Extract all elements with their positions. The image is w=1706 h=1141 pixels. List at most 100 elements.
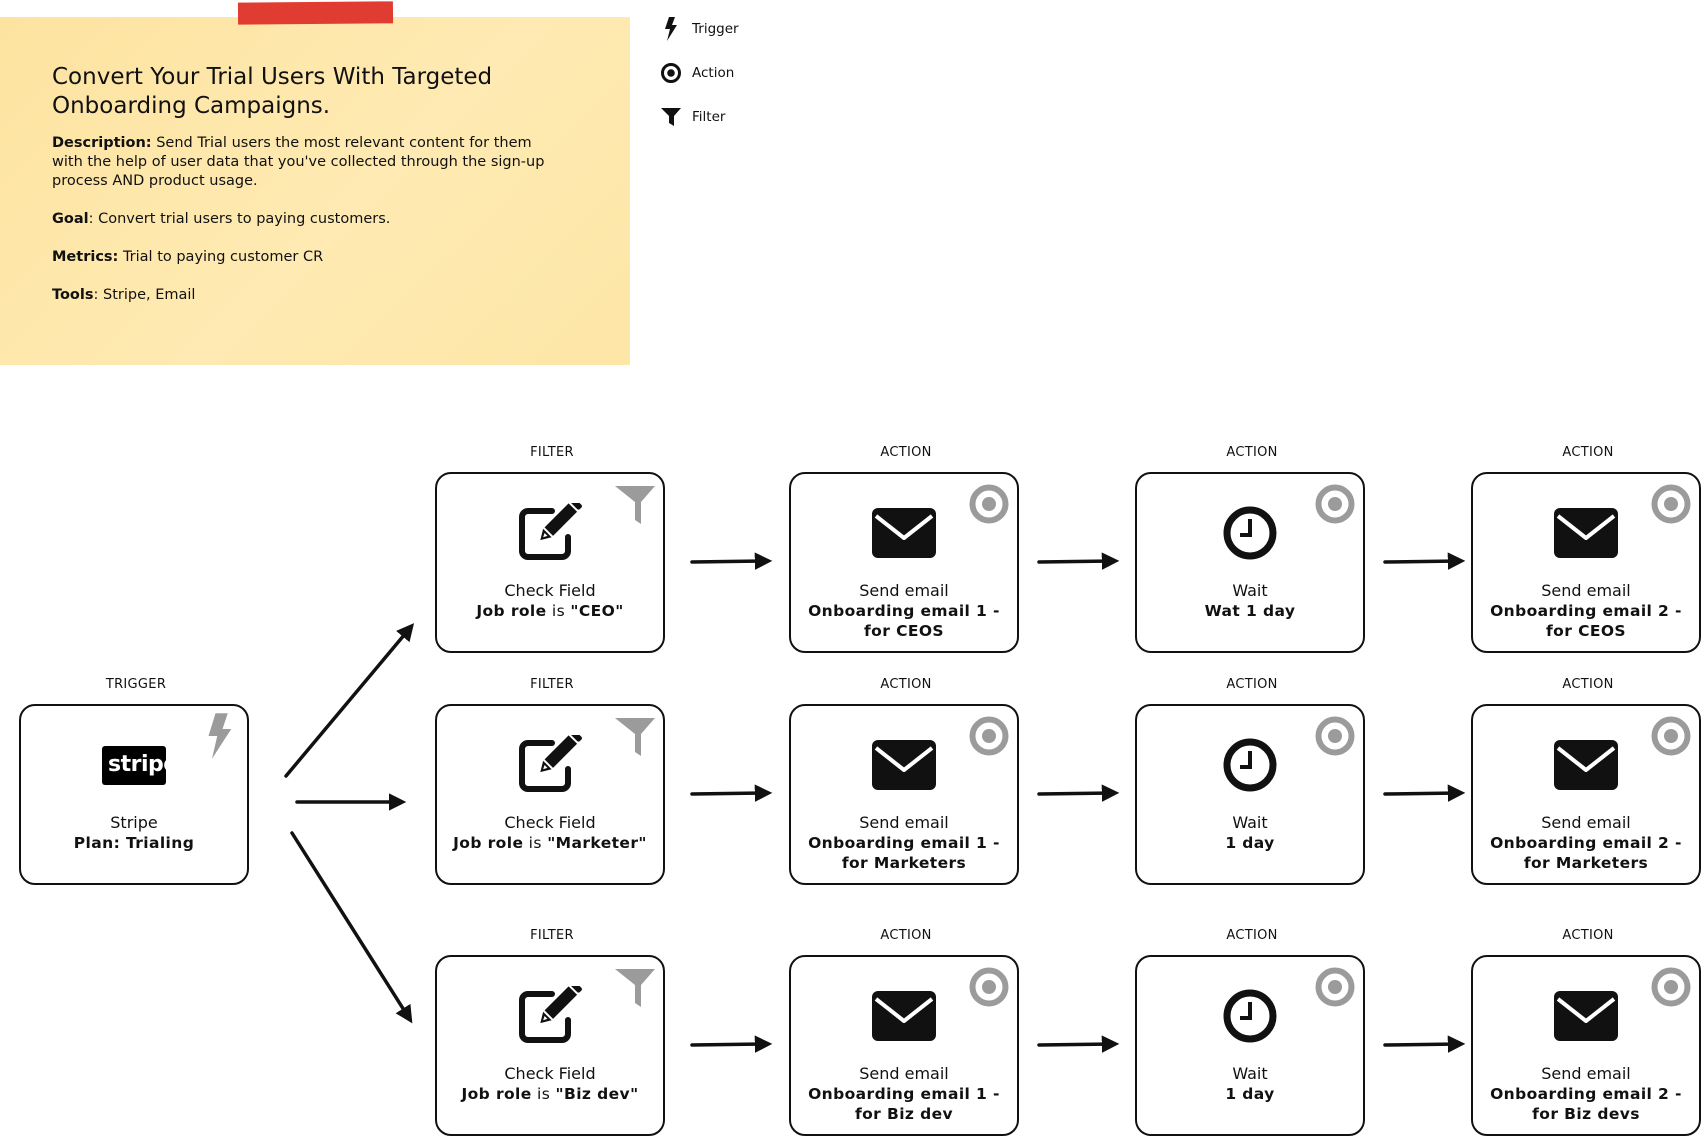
flow-arrow	[690, 552, 773, 570]
field-name: Job role	[453, 834, 524, 852]
envelope-icon	[1551, 734, 1621, 796]
node-detail: Plan: Trialing	[73, 834, 195, 852]
node-title: Send email	[859, 813, 949, 832]
goal-text: : Convert trial users to paying customer…	[88, 211, 391, 227]
tools-text: : Stripe, Email	[93, 287, 196, 303]
red-tape	[237, 1, 394, 25]
legend-label: Action	[692, 65, 735, 81]
send-email-node[interactable]: Send email Onboarding email 1 - for Marke…	[789, 704, 1019, 885]
description-label: Description:	[52, 135, 152, 151]
funnel-icon	[613, 482, 657, 526]
send-email-node[interactable]: Send email Onboarding email 1 - for Biz d…	[789, 955, 1019, 1136]
target-icon	[1649, 482, 1693, 526]
stage-label-filter: FILTER	[530, 677, 574, 692]
target-icon	[1649, 714, 1693, 758]
flow-arrow	[1037, 552, 1120, 570]
lightning-icon	[197, 713, 241, 759]
metrics-label: Metrics:	[52, 249, 119, 265]
target-icon	[967, 965, 1011, 1009]
wait-node[interactable]: Wait 1 day	[1135, 955, 1365, 1136]
node-title: Send email	[1541, 813, 1631, 832]
funnel-icon	[613, 714, 657, 758]
node-detail: Job role is "CEO"	[439, 601, 661, 621]
stage-label-action: ACTION	[880, 677, 932, 692]
flow-arrow	[1383, 552, 1466, 570]
legend-item-filter: Filter	[658, 106, 739, 128]
note-goal: Goal: Convert trial users to paying cust…	[52, 210, 562, 229]
node-title: Check Field	[504, 1064, 596, 1083]
note-tools: Tools: Stripe, Email	[52, 286, 562, 305]
send-email-node[interactable]: Send email Onboarding email 2 - for CEOS	[1471, 472, 1701, 653]
filter-node[interactable]: Check Field Job role is "Marketer"	[435, 704, 665, 885]
edit-icon	[515, 502, 585, 564]
node-title: Check Field	[504, 813, 596, 832]
node-detail: Job role is "Biz dev"	[439, 1084, 661, 1104]
node-detail: 1 day	[1225, 1085, 1275, 1103]
target-icon	[1313, 714, 1357, 758]
envelope-icon	[869, 734, 939, 796]
envelope-icon	[869, 985, 939, 1047]
trigger-node-stripe[interactable]: stripe Stripe Plan: Trialing	[19, 704, 249, 885]
operator: is	[531, 1085, 556, 1103]
clock-icon	[1215, 502, 1285, 564]
filter-node[interactable]: Check Field Job role is "Biz dev"	[435, 955, 665, 1136]
target-icon	[967, 714, 1011, 758]
send-email-node[interactable]: Send email Onboarding email 1 - for CEOS	[789, 472, 1019, 653]
funnel-icon	[613, 965, 657, 1009]
stage-label-action: ACTION	[880, 445, 932, 460]
tools-label: Tools	[52, 287, 94, 303]
node-detail: Onboarding email 1 - for CEOS	[808, 602, 1000, 640]
funnel-icon	[658, 106, 684, 128]
stage-label-action: ACTION	[1562, 928, 1614, 943]
wait-node[interactable]: Wait 1 day	[1135, 704, 1365, 885]
filter-node[interactable]: Check Field Job role is "CEO"	[435, 472, 665, 653]
stage-label-action: ACTION	[880, 928, 932, 943]
envelope-icon	[869, 502, 939, 564]
clock-icon	[1215, 985, 1285, 1047]
stripe-logo-text: stripe	[102, 745, 178, 785]
flow-arrow	[1383, 1035, 1466, 1053]
target-icon	[1313, 965, 1357, 1009]
field-value: "Biz dev"	[555, 1085, 639, 1103]
node-detail: Wat 1 day	[1204, 602, 1296, 620]
target-icon	[1649, 965, 1693, 1009]
flow-arrow	[1383, 784, 1466, 802]
node-title: Send email	[859, 581, 949, 600]
node-title: Stripe	[110, 813, 158, 832]
node-detail: Onboarding email 2 - for CEOS	[1490, 602, 1682, 640]
node-detail: Onboarding email 2 - for Marketers	[1490, 834, 1682, 872]
note-body: Description: Send Trial users the most r…	[52, 134, 562, 324]
send-email-node[interactable]: Send email Onboarding email 2 - for Marke…	[1471, 704, 1701, 885]
node-title: Send email	[1541, 581, 1631, 600]
node-detail: 1 day	[1225, 834, 1275, 852]
operator: is	[523, 834, 548, 852]
envelope-icon	[1551, 502, 1621, 564]
field-value: "Marketer"	[547, 834, 647, 852]
lightning-icon	[658, 17, 684, 41]
legend-item-action: Action	[658, 62, 739, 84]
sticky-note: Convert Your Trial Users With Targeted O…	[0, 17, 630, 365]
send-email-node[interactable]: Send email Onboarding email 2 - for Biz d…	[1471, 955, 1701, 1136]
stage-label-trigger: TRIGGER	[105, 677, 167, 692]
legend-item-trigger: Trigger	[658, 17, 739, 41]
target-icon	[967, 482, 1011, 526]
envelope-icon	[1551, 985, 1621, 1047]
note-description: Description: Send Trial users the most r…	[52, 134, 562, 191]
flow-arrow	[690, 784, 773, 802]
goal-label: Goal	[52, 211, 89, 227]
node-title: Wait	[1232, 1064, 1268, 1083]
stage-label-action: ACTION	[1562, 677, 1614, 692]
legend: Trigger Action Filter	[658, 17, 739, 150]
legend-label: Filter	[692, 109, 726, 125]
branch-arrow-bizdev	[290, 831, 413, 1024]
stage-label-action: ACTION	[1562, 445, 1614, 460]
metrics-text: Trial to paying customer CR	[118, 249, 324, 265]
wait-node[interactable]: Wait Wat 1 day	[1135, 472, 1365, 653]
target-icon	[658, 62, 684, 84]
stage-label-filter: FILTER	[530, 928, 574, 943]
node-title: Check Field	[504, 581, 596, 600]
node-detail: Job role is "Marketer"	[439, 833, 661, 853]
edit-icon	[515, 985, 585, 1047]
clock-icon	[1215, 734, 1285, 796]
flow-arrow	[1037, 1035, 1120, 1053]
